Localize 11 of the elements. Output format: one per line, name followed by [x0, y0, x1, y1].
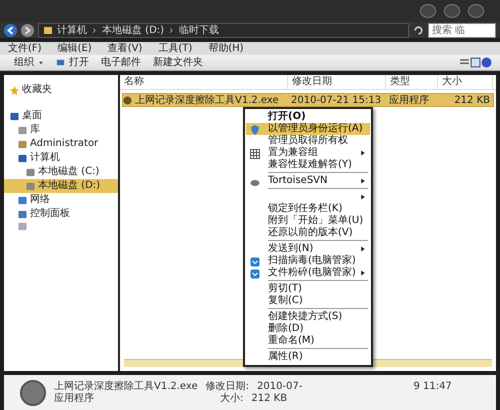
- table-cell-text: 212 KB: [453, 94, 491, 108]
- date-value: 9 11:47: [413, 380, 452, 393]
- table-cell-text: 应用程序: [388, 94, 430, 108]
- file-name: 上网记录深度擦除工具V1.2.exe: [54, 380, 198, 392]
- file-type: 应用程序: [54, 393, 94, 406]
- table-cell-text: 上网记录深度擦除工具V1.2.exe: [134, 94, 280, 108]
- size-label: 大小:: [220, 393, 244, 406]
- size-value: 212 KB: [251, 393, 288, 406]
- date-value: 2010-07-: [257, 380, 302, 393]
- date-label: 修改日期:: [206, 380, 250, 392]
- table-cell-text: 2010-07-21 15:13: [290, 94, 382, 108]
